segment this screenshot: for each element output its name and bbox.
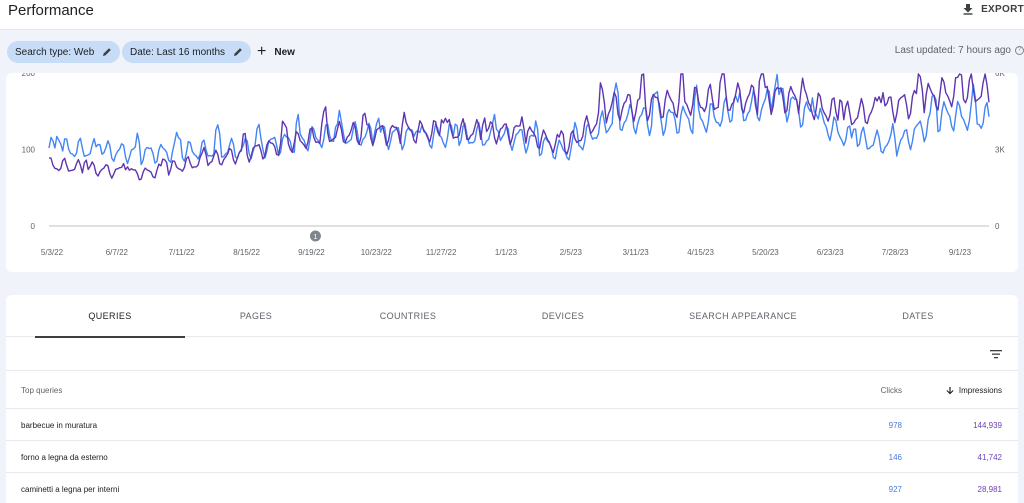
- search-type-chip[interactable]: Search type: Web: [7, 41, 121, 63]
- tab-dates[interactable]: DATES: [843, 295, 993, 337]
- help-icon[interactable]: ?: [1015, 46, 1024, 55]
- last-updated: Last updated: 7 hours ago ?: [895, 45, 1024, 56]
- y-left-tick-label: 0: [31, 222, 36, 231]
- filter-icon[interactable]: [990, 348, 1002, 360]
- new-filter-button[interactable]: + New: [257, 41, 295, 63]
- impressions-header-label: Impressions: [958, 386, 1002, 395]
- report-tabs: QUERIES PAGES COUNTRIES DEVICES SEARCH A…: [6, 295, 1018, 338]
- query-cell: caminetti a legna per interni: [21, 485, 120, 494]
- x-tick-label: 4/15/23: [687, 248, 714, 257]
- clicks-cell: 978: [888, 421, 902, 430]
- clicks-cell: 927: [888, 485, 902, 494]
- x-tick-label: 2/5/23: [560, 248, 583, 257]
- x-tick-label: 11/27/22: [426, 248, 457, 257]
- filter-bar: Search type: Web Date: Last 16 months + …: [0, 30, 1024, 74]
- plus-icon: +: [257, 43, 267, 60]
- arrow-down-icon: [946, 386, 954, 394]
- export-label: EXPORT: [981, 3, 1024, 15]
- header-bar: Performance EXPORT: [0, 0, 1024, 30]
- x-tick-label: 6/7/22: [106, 248, 129, 257]
- query-cell: forno a legna da esterno: [21, 453, 108, 462]
- tab-countries[interactable]: COUNTRIES: [333, 295, 483, 337]
- tab-devices[interactable]: DEVICES: [488, 295, 638, 337]
- export-button[interactable]: EXPORT: [962, 3, 1024, 15]
- tab-search-appearance[interactable]: SEARCH APPEARANCE: [668, 295, 818, 337]
- annotation-label: 1: [313, 234, 317, 241]
- impressions-cell: 41,742: [977, 453, 1002, 462]
- column-header-query: Top queries: [21, 386, 63, 395]
- download-icon: [963, 4, 973, 15]
- tab-pages[interactable]: PAGES: [181, 295, 331, 337]
- x-tick-label: 9/19/22: [298, 248, 325, 257]
- table-row[interactable]: barbecue in muratura 978 144,939: [6, 409, 1018, 441]
- x-tick-label: 7/28/23: [882, 248, 909, 257]
- new-filter-label: New: [274, 46, 295, 58]
- table-row[interactable]: caminetti a legna per interni 927 28,981: [6, 473, 1018, 503]
- x-tick-label: 5/20/23: [752, 248, 779, 257]
- impressions-cell: 28,981: [977, 485, 1002, 494]
- x-tick-label: 3/11/23: [623, 248, 650, 257]
- x-tick-label: 5/3/22: [41, 248, 64, 257]
- column-header-clicks[interactable]: Clicks: [881, 386, 902, 395]
- series-line-left-axis: [48, 73, 990, 166]
- table-filter-row: [6, 337, 1018, 371]
- y-right-tick-label: 0: [995, 222, 1000, 231]
- pencil-icon: [234, 48, 242, 56]
- tab-queries[interactable]: QUERIES: [35, 295, 185, 338]
- date-range-label: Date: Last 16 months: [130, 46, 226, 58]
- impressions-cell: 144,939: [973, 421, 1002, 430]
- table-header: Top queries Clicks Impressions: [6, 371, 1018, 409]
- y-right-tick-label: 3K: [995, 146, 1005, 155]
- y-right-tick-label: 6K: [995, 73, 1005, 78]
- date-range-chip[interactable]: Date: Last 16 months: [122, 41, 252, 63]
- pencil-icon: [103, 48, 112, 56]
- last-updated-text: Last updated: 7 hours ago: [894, 45, 1011, 56]
- query-cell: barbecue in muratura: [21, 421, 98, 430]
- table-row[interactable]: forno a legna da esterno 146 41,742: [6, 441, 1018, 473]
- column-header-impressions[interactable]: Impressions: [946, 386, 1002, 395]
- x-tick-label: 10/23/22: [361, 248, 393, 257]
- x-tick-label: 8/15/22: [233, 248, 260, 257]
- x-tick-label: 9/1/23: [949, 248, 972, 257]
- report-table-card: QUERIES PAGES COUNTRIES DEVICES SEARCH A…: [6, 295, 1018, 503]
- y-left-tick-label: 100: [22, 146, 36, 155]
- performance-chart[interactable]: 0 100 200 0 3K 6K 5/3/22 6/7/22 7/11/22 8/15/22 9/…: [6, 73, 1018, 272]
- clicks-cell: 146: [888, 453, 902, 462]
- x-tick-label: 7/11/22: [169, 248, 196, 257]
- performance-chart-card: 0 100 200 0 3K 6K 5/3/22 6/7/22 7/11/22 8/15/22 9/…: [6, 73, 1018, 272]
- x-tick-label: 6/23/23: [817, 248, 844, 257]
- search-type-label: Search type: Web: [15, 46, 95, 58]
- y-left-tick-label: 200: [22, 73, 36, 78]
- page-title: Performance: [8, 2, 94, 19]
- x-tick-label: 1/1/23: [495, 248, 518, 257]
